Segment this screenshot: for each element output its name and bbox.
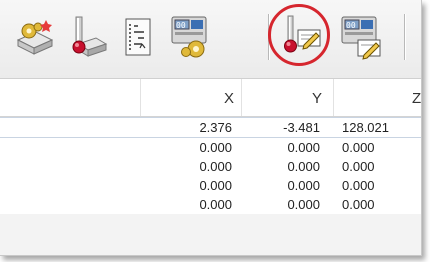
probe-button[interactable]	[62, 12, 112, 62]
machine-setup-icon	[16, 20, 54, 55]
cell-z: 0.000	[342, 178, 375, 193]
machine-display-gear-button[interactable]: 00	[166, 12, 216, 62]
table-row[interactable]: 0.000 0.000 0.000	[0, 138, 421, 157]
column-header-y[interactable]: Y	[240, 79, 322, 116]
cell-x: 0.000	[199, 197, 232, 212]
toolbar-separator	[404, 14, 405, 60]
cell-x: 0.000	[199, 178, 232, 193]
probe-icon	[72, 16, 108, 57]
machine-display-gear-icon: 00	[171, 16, 207, 58]
svg-text:00: 00	[346, 21, 356, 30]
coordinates-table: X Y Z 2.376 -3.481 128.021 0.000 0.000 0…	[0, 79, 421, 214]
cell-x: 0.000	[199, 140, 232, 155]
machine-display-edit-icon: 00	[341, 16, 381, 60]
cell-z: 0.000	[342, 140, 375, 155]
toolbar-separator	[268, 14, 269, 60]
table-row[interactable]: 0.000 0.000 0.000	[0, 176, 421, 195]
cell-z: 128.021	[342, 120, 389, 135]
table-header: X Y Z	[0, 79, 421, 117]
cell-x: 0.000	[199, 159, 232, 174]
cell-y: 0.000	[287, 178, 320, 193]
step-list-icon	[125, 18, 151, 56]
toolbar: 00 00	[0, 0, 421, 79]
column-divider	[140, 79, 141, 116]
svg-text:00: 00	[176, 21, 186, 30]
cell-z: 0.000	[342, 159, 375, 174]
probe-edit-button[interactable]	[274, 12, 324, 62]
machine-setup-button[interactable]	[10, 12, 60, 62]
machine-display-edit-button[interactable]: 00	[336, 12, 386, 62]
column-header-x[interactable]: X	[150, 79, 234, 116]
step-list-button[interactable]	[114, 12, 164, 62]
cell-x: 2.376	[199, 120, 232, 135]
column-divider	[333, 79, 334, 116]
table-row[interactable]: 0.000 0.000 0.000	[0, 195, 421, 214]
table-row[interactable]: 2.376 -3.481 128.021	[0, 117, 421, 138]
cell-y: -3.481	[283, 120, 320, 135]
probe-edit-icon	[284, 15, 321, 53]
column-header-z[interactable]: Z	[412, 79, 421, 116]
cell-y: 0.000	[287, 197, 320, 212]
window-frame: 00 00 X Y Z 2.376 -3.481 128.021 0.000 0…	[0, 0, 422, 256]
cell-y: 0.000	[287, 159, 320, 174]
table-row[interactable]: 0.000 0.000 0.000	[0, 157, 421, 176]
cell-z: 0.000	[342, 197, 375, 212]
cell-y: 0.000	[287, 140, 320, 155]
